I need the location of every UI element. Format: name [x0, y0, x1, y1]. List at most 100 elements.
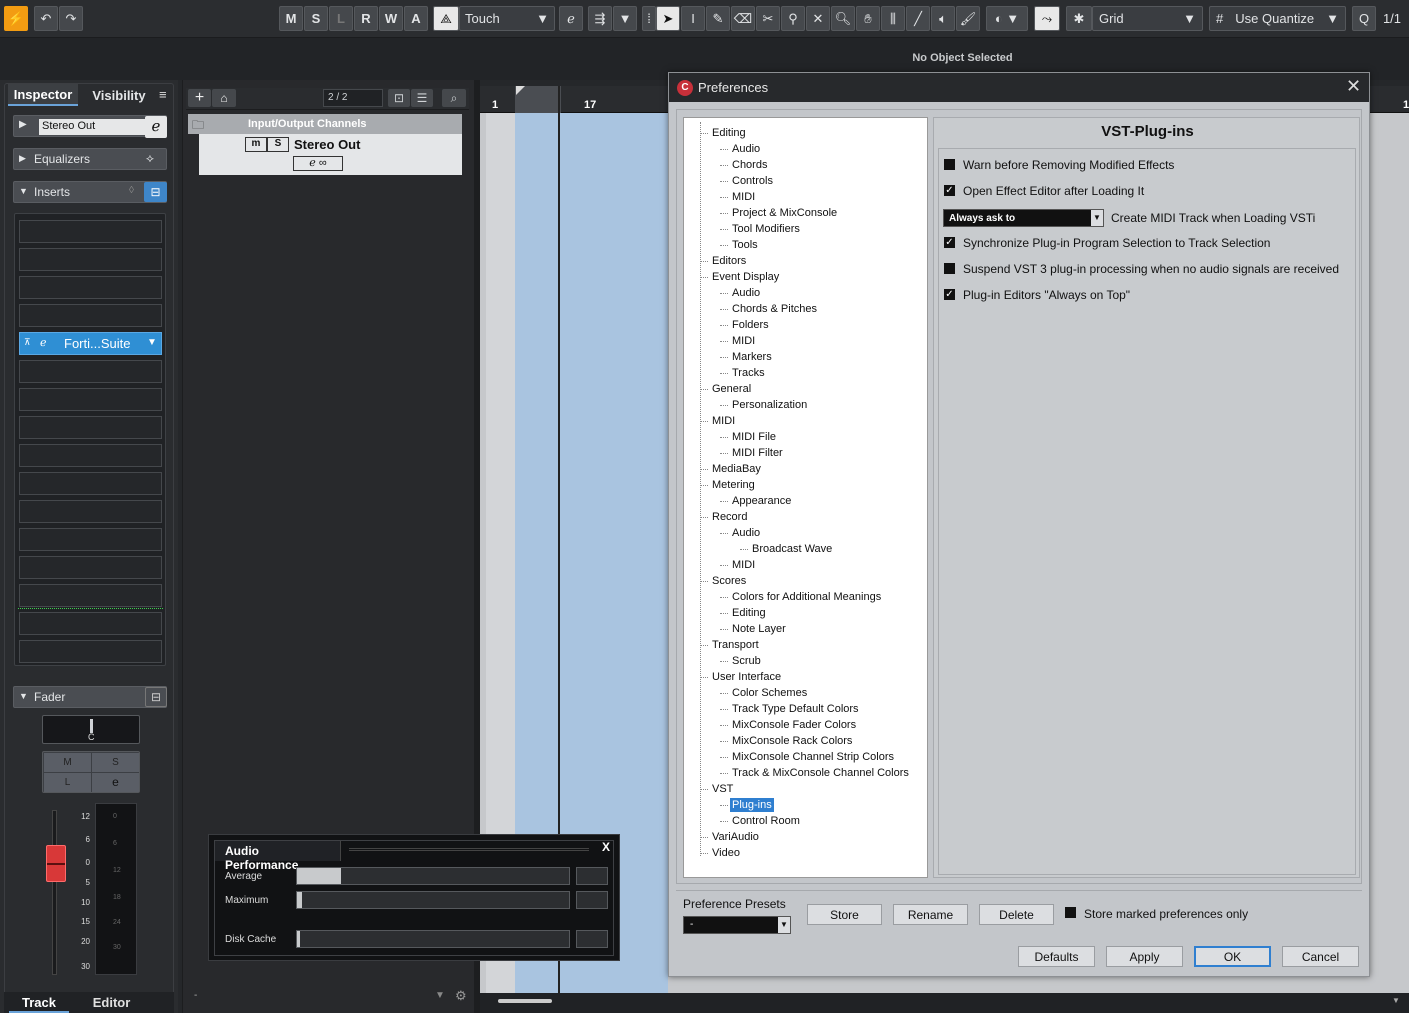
stereo-out-track[interactable]: m S Stereo Out ℯ ∞: [199, 134, 462, 175]
close-icon[interactable]: X: [602, 840, 610, 854]
delete-button[interactable]: Delete: [979, 904, 1054, 925]
cancel-button[interactable]: Cancel: [1282, 946, 1359, 967]
redo-button[interactable]: ↷: [59, 6, 83, 31]
tree-item-variaudio[interactable]: VariAudio: [712, 830, 759, 844]
split-tool[interactable]: ✂: [756, 6, 780, 31]
tree-item-metering[interactable]: Metering: [712, 478, 755, 492]
section-fader[interactable]: ▼ Fader: [13, 686, 167, 708]
tree-item-track-mixconsole-channel-colors[interactable]: Track & MixConsole Channel Colors: [732, 766, 909, 780]
tree-item-mixconsole-rack-colors[interactable]: MixConsole Rack Colors: [732, 734, 852, 748]
tree-item-audio[interactable]: Audio: [732, 286, 760, 300]
snap-type-select[interactable]: Grid ▼: [1092, 6, 1203, 31]
track-visibility-button[interactable]: ⊡: [388, 89, 410, 107]
track-solo-button[interactable]: S: [267, 137, 289, 152]
line-tool[interactable]: ╱: [906, 6, 930, 31]
autoscroll-button[interactable]: ◐ ▼: [986, 6, 1028, 31]
tree-item-appearance[interactable]: Appearance: [732, 494, 791, 508]
toolbar-menu-button[interactable]: ▼: [613, 6, 637, 31]
pan-control[interactable]: C: [42, 715, 140, 744]
insert-slot-1[interactable]: [19, 220, 162, 243]
tree-item-scrub[interactable]: Scrub: [732, 654, 761, 668]
tree-item-audio[interactable]: Audio: [732, 526, 760, 540]
draw-tool[interactable]: ✎: [706, 6, 730, 31]
insert-slot-10[interactable]: [19, 472, 162, 495]
store-marked-checkbox[interactable]: [1065, 907, 1076, 918]
glue-tool[interactable]: ⚲: [781, 6, 805, 31]
tree-item-personalization[interactable]: Personalization: [732, 398, 807, 412]
insert-slot-11[interactable]: [19, 500, 162, 523]
tree-item-transport[interactable]: Transport: [712, 638, 759, 652]
range-tool[interactable]: I: [681, 6, 705, 31]
tree-item-video[interactable]: Video: [712, 846, 740, 860]
solo-button[interactable]: S: [92, 753, 139, 772]
inspector-track-header[interactable]: ▶ Stereo Out ▶: [13, 115, 167, 137]
tree-item-editing[interactable]: Editing: [712, 126, 746, 140]
insert-edit-icon[interactable]: ℯ: [40, 336, 47, 349]
track-edit-link-buttons[interactable]: ℯ ∞: [293, 156, 343, 171]
add-track-button[interactable]: +: [188, 89, 211, 107]
insert-slot-12[interactable]: [19, 528, 162, 551]
tab-track[interactable]: Track: [9, 995, 69, 1013]
tree-item-colors-for-additional-meanings[interactable]: Colors for Additional Meanings: [732, 590, 881, 604]
timewarp-tool[interactable]: ⫼: [881, 6, 905, 31]
tree-item-folders[interactable]: Folders: [732, 318, 769, 332]
tool-handle[interactable]: ⁞: [642, 6, 656, 31]
tree-item-record[interactable]: Record: [712, 510, 747, 524]
tree-item-midi[interactable]: MIDI: [712, 414, 735, 428]
inserts-settings-button[interactable]: ⊟: [144, 182, 167, 202]
hand-tool[interactable]: ✋︎: [856, 6, 880, 31]
track-mute-button[interactable]: m: [245, 137, 267, 152]
tree-item-chords-pitches[interactable]: Chords & Pitches: [732, 302, 817, 316]
search-button[interactable]: Q: [1352, 6, 1376, 31]
tree-item-user-interface[interactable]: User Interface: [712, 670, 781, 684]
horizontal-scrollbar[interactable]: ▼: [480, 993, 1409, 1013]
tree-item-midi-filter[interactable]: MIDI Filter: [732, 446, 783, 460]
chevron-down-icon[interactable]: ▼: [147, 337, 157, 348]
tree-item-control-room[interactable]: Control Room: [732, 814, 800, 828]
write-all-button[interactable]: W: [379, 6, 403, 31]
tree-item-project-mixconsole[interactable]: Project & MixConsole: [732, 206, 837, 220]
insert-slot-4[interactable]: [19, 304, 162, 327]
tree-item-markers[interactable]: Markers: [732, 350, 772, 364]
tab-editor[interactable]: Editor: [79, 995, 144, 1013]
tree-item-event-display[interactable]: Event Display: [712, 270, 779, 284]
find-track-button[interactable]: ⌕: [442, 89, 466, 107]
tree-item-editing[interactable]: Editing: [732, 606, 766, 620]
tree-item-chords[interactable]: Chords: [732, 158, 767, 172]
zoom-tool[interactable]: 🔍︎: [831, 6, 855, 31]
scrollbar-thumb[interactable]: [498, 999, 552, 1003]
insert-slot-7[interactable]: [19, 388, 162, 411]
tree-item-midi-file[interactable]: MIDI File: [732, 430, 776, 444]
defaults-button[interactable]: Defaults: [1018, 946, 1095, 967]
section-equalizers[interactable]: ▶ Equalizers ⟡: [13, 148, 167, 170]
apply-button[interactable]: Apply: [1106, 946, 1183, 967]
tree-item-track-type-default-colors[interactable]: Track Type Default Colors: [732, 702, 859, 716]
rename-button[interactable]: Rename: [893, 904, 968, 925]
edit-channel-button[interactable]: ℯ: [559, 6, 583, 31]
tree-item-tool-modifiers[interactable]: Tool Modifiers: [732, 222, 800, 236]
object-selection-tool[interactable]: ➤: [656, 6, 680, 31]
volume-fader-handle[interactable]: [46, 845, 66, 882]
tree-item-tools[interactable]: Tools: [732, 238, 758, 252]
tree-item-controls[interactable]: Controls: [732, 174, 773, 188]
tree-item-midi[interactable]: MIDI: [732, 558, 755, 572]
option-checkbox-4[interactable]: [944, 263, 955, 274]
edit-button[interactable]: e: [92, 773, 139, 792]
undo-button[interactable]: ↶: [34, 6, 58, 31]
tree-item-mixconsole-fader-colors[interactable]: MixConsole Fader Colors: [732, 718, 856, 732]
color-tool[interactable]: 🖌︎: [956, 6, 980, 31]
option-checkbox-1[interactable]: [944, 159, 955, 170]
tree-item-note-layer[interactable]: Note Layer: [732, 622, 786, 636]
quantize-select[interactable]: # Use Quantize ▼: [1209, 6, 1346, 31]
mute-button[interactable]: M: [44, 753, 91, 772]
listen-all-button[interactable]: L: [329, 6, 353, 31]
chevron-down-icon[interactable]: ▼: [1392, 996, 1400, 1005]
option-checkbox-5[interactable]: ✓: [944, 289, 955, 300]
midi-track-select[interactable]: Always ask to ▼: [943, 209, 1104, 227]
eq-bypass-icon[interactable]: ⟡: [146, 151, 154, 166]
tree-item-vst[interactable]: VST: [712, 782, 733, 796]
erase-tool[interactable]: ⌫: [731, 6, 755, 31]
edit-channel-settings-button[interactable]: ℯ: [145, 116, 167, 138]
solo-all-button[interactable]: S: [304, 6, 328, 31]
insert-bypass-icon[interactable]: ⊼: [24, 337, 31, 348]
